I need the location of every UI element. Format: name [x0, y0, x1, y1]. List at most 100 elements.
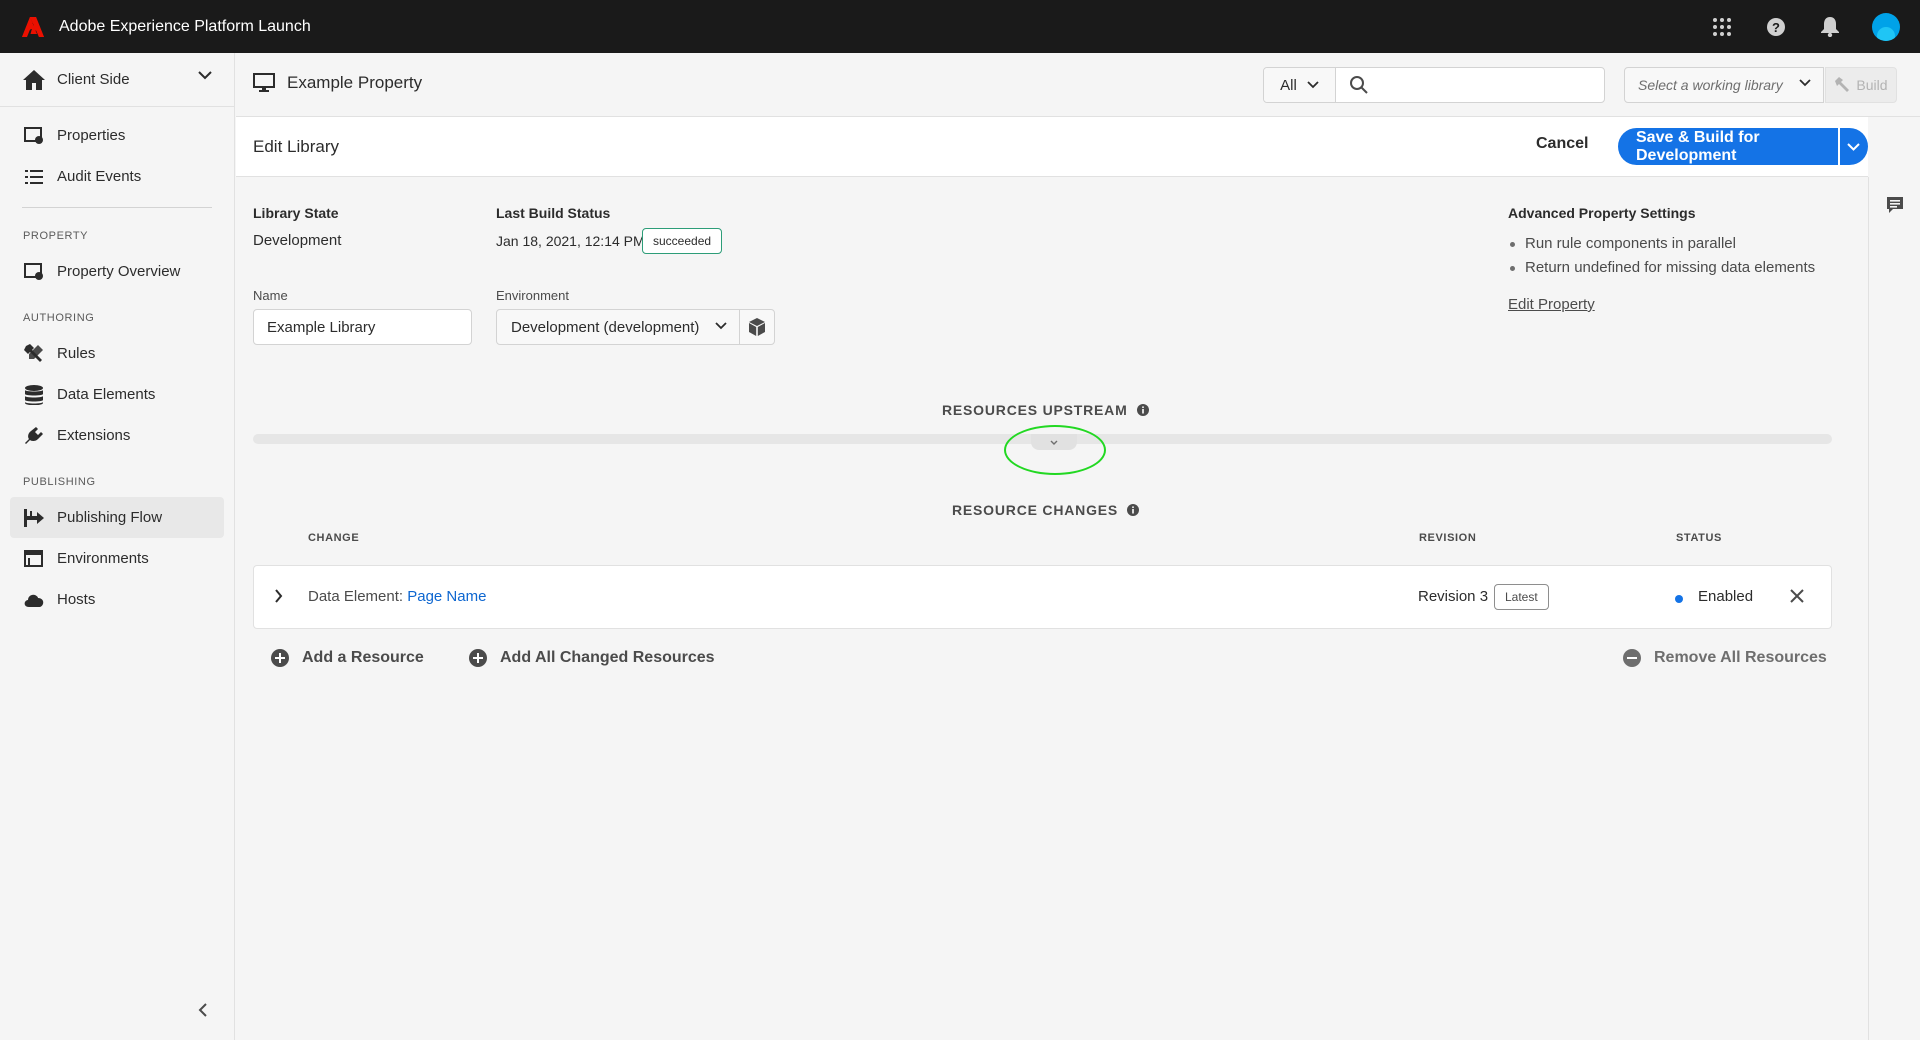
- sidebar-item-extensions[interactable]: Extensions: [0, 415, 234, 456]
- sidebar-item-label: Properties: [57, 127, 126, 144]
- build-label: Build: [1856, 77, 1888, 93]
- sidebar-section-property: PROPERTY: [23, 230, 89, 242]
- revision-value: Revision 3: [1418, 588, 1489, 605]
- chevron-down-icon: [715, 322, 727, 330]
- hammer-icon: [1835, 77, 1850, 92]
- apps-grid-icon[interactable]: [1710, 15, 1734, 39]
- company-switcher[interactable]: Client Side: [0, 53, 234, 107]
- app-title: Adobe Experience Platform Launch: [59, 17, 311, 35]
- table-row: Data Element: Page Name Revision 3 Lates…: [253, 565, 1832, 629]
- tools-icon: [23, 343, 45, 365]
- add-circle-icon: [469, 649, 487, 667]
- info-icon[interactable]: [1127, 504, 1140, 516]
- resource-name-link[interactable]: Page Name: [407, 588, 486, 605]
- status-dot: [1675, 595, 1683, 603]
- resource-type: Data Element:: [308, 588, 404, 605]
- search-field: [1336, 68, 1604, 102]
- edit-library-bar: Edit Library Cancel Save & Build for Dev…: [236, 117, 1868, 177]
- search-group: All: [1263, 67, 1605, 103]
- page-title: Edit Library: [253, 137, 339, 156]
- sidebar-item-hosts[interactable]: Hosts: [0, 579, 234, 620]
- package-icon: [749, 318, 765, 336]
- edit-property-link[interactable]: Edit Property: [1508, 296, 1595, 313]
- expand-upstream-button[interactable]: [1031, 434, 1077, 450]
- help-icon[interactable]: ?: [1764, 15, 1788, 39]
- svg-text:?: ?: [1772, 20, 1780, 35]
- adobe-logo-icon[interactable]: [19, 12, 47, 41]
- save-build-button-group: Save & Build for Development: [1618, 128, 1868, 165]
- top-bar: Adobe Experience Platform Launch ?: [0, 0, 1920, 53]
- chevron-down-icon: [1307, 81, 1319, 89]
- collapse-sidebar-button[interactable]: [198, 1003, 208, 1022]
- chevron-right-icon: [275, 589, 283, 603]
- remove-all-label: Remove All Resources: [1654, 649, 1827, 666]
- property-name: Example Property: [287, 73, 423, 92]
- property-title: Example Property: [253, 73, 422, 93]
- save-build-button[interactable]: Save & Build for Development: [1618, 128, 1838, 165]
- remove-resource-button[interactable]: [1789, 588, 1805, 609]
- database-icon: [23, 384, 45, 406]
- search-icon: [1350, 76, 1368, 94]
- working-library-select[interactable]: Select a working library: [1624, 67, 1824, 103]
- search-input[interactable]: [1378, 77, 1598, 93]
- comment-icon[interactable]: [1885, 195, 1905, 220]
- sidebar-item-environments[interactable]: Environments: [0, 538, 234, 579]
- properties-icon: [23, 125, 45, 147]
- list-icon: [23, 166, 45, 188]
- remove-all-resources-button[interactable]: Remove All Resources: [1622, 648, 1827, 668]
- user-avatar[interactable]: [1872, 12, 1900, 41]
- chevron-down-icon: [1799, 79, 1811, 87]
- advanced-settings-list: Run rule components in parallel Return u…: [1508, 232, 1815, 280]
- expand-row-button[interactable]: [274, 589, 283, 608]
- cancel-button[interactable]: Cancel: [1536, 135, 1588, 153]
- sidebar-item-publishing-flow[interactable]: Publishing Flow: [10, 497, 224, 538]
- sidebar-item-data-elements[interactable]: Data Elements: [0, 374, 234, 415]
- sidebar-item-label: Environments: [57, 550, 149, 567]
- environment-select[interactable]: Development (development): [496, 309, 740, 345]
- library-state-value: Development: [253, 232, 342, 249]
- monitor-icon: [253, 73, 275, 92]
- library-name-input[interactable]: [253, 309, 472, 345]
- info-icon[interactable]: [1136, 404, 1149, 416]
- resource-changes-title: RESOURCE CHANGES: [952, 502, 1119, 518]
- latest-badge: Latest: [1494, 584, 1549, 610]
- status-value: Enabled: [1698, 588, 1754, 605]
- resources-upstream-heading: RESOURCES UPSTREAM: [942, 402, 1149, 418]
- right-rail: [1868, 177, 1920, 1040]
- sidebar-item-label: Audit Events: [57, 168, 142, 185]
- working-library-placeholder: Select a working library: [1638, 77, 1783, 93]
- sidebar-item-rules[interactable]: Rules: [0, 333, 234, 374]
- resources-upstream-title: RESOURCES UPSTREAM: [942, 402, 1128, 418]
- sidebar-item-audit-events[interactable]: Audit Events: [0, 156, 234, 197]
- add-all-label: Add All Changed Resources: [500, 649, 715, 666]
- sidebar-item-label: Extensions: [57, 427, 131, 444]
- sidebar-section-authoring: AUTHORING: [23, 312, 95, 324]
- add-circle-icon: [271, 649, 289, 667]
- resource-changes-heading: RESOURCE CHANGES: [952, 502, 1140, 518]
- column-header-status: STATUS: [1676, 532, 1722, 544]
- environment-install-button[interactable]: [739, 309, 775, 345]
- add-all-changed-resources-button[interactable]: Add All Changed Resources: [468, 648, 715, 668]
- company-name: Client Side: [57, 71, 130, 88]
- sidebar-item-properties[interactable]: Properties: [0, 115, 234, 156]
- build-button[interactable]: Build: [1825, 67, 1897, 103]
- highlight-annotation-ring: [1004, 425, 1106, 475]
- sidebar: Client Side Properties Audit Events PROP…: [0, 53, 235, 1040]
- save-options-dropdown[interactable]: [1837, 128, 1868, 165]
- chevron-down-icon: [198, 71, 212, 80]
- add-resource-button[interactable]: Add a Resource: [270, 648, 424, 668]
- chevron-down-icon: [1847, 142, 1860, 151]
- environments-icon: [23, 548, 45, 570]
- sidebar-item-label: Property Overview: [57, 263, 181, 280]
- search-scope-value: All: [1280, 76, 1297, 94]
- sidebar-item-label: Hosts: [57, 591, 96, 608]
- property-overview-icon: [23, 261, 45, 283]
- main-content: Library State Development Last Build Sta…: [236, 178, 1868, 1040]
- sidebar-item-property-overview[interactable]: Property Overview: [0, 251, 234, 292]
- publishing-flow-icon: [23, 507, 45, 529]
- notifications-bell-icon[interactable]: [1818, 15, 1842, 39]
- last-build-date: Jan 18, 2021, 12:14 PM: [496, 233, 645, 249]
- add-resource-label: Add a Resource: [302, 649, 424, 666]
- search-scope-select[interactable]: All: [1264, 68, 1336, 102]
- list-item: Run rule components in parallel: [1508, 232, 1815, 256]
